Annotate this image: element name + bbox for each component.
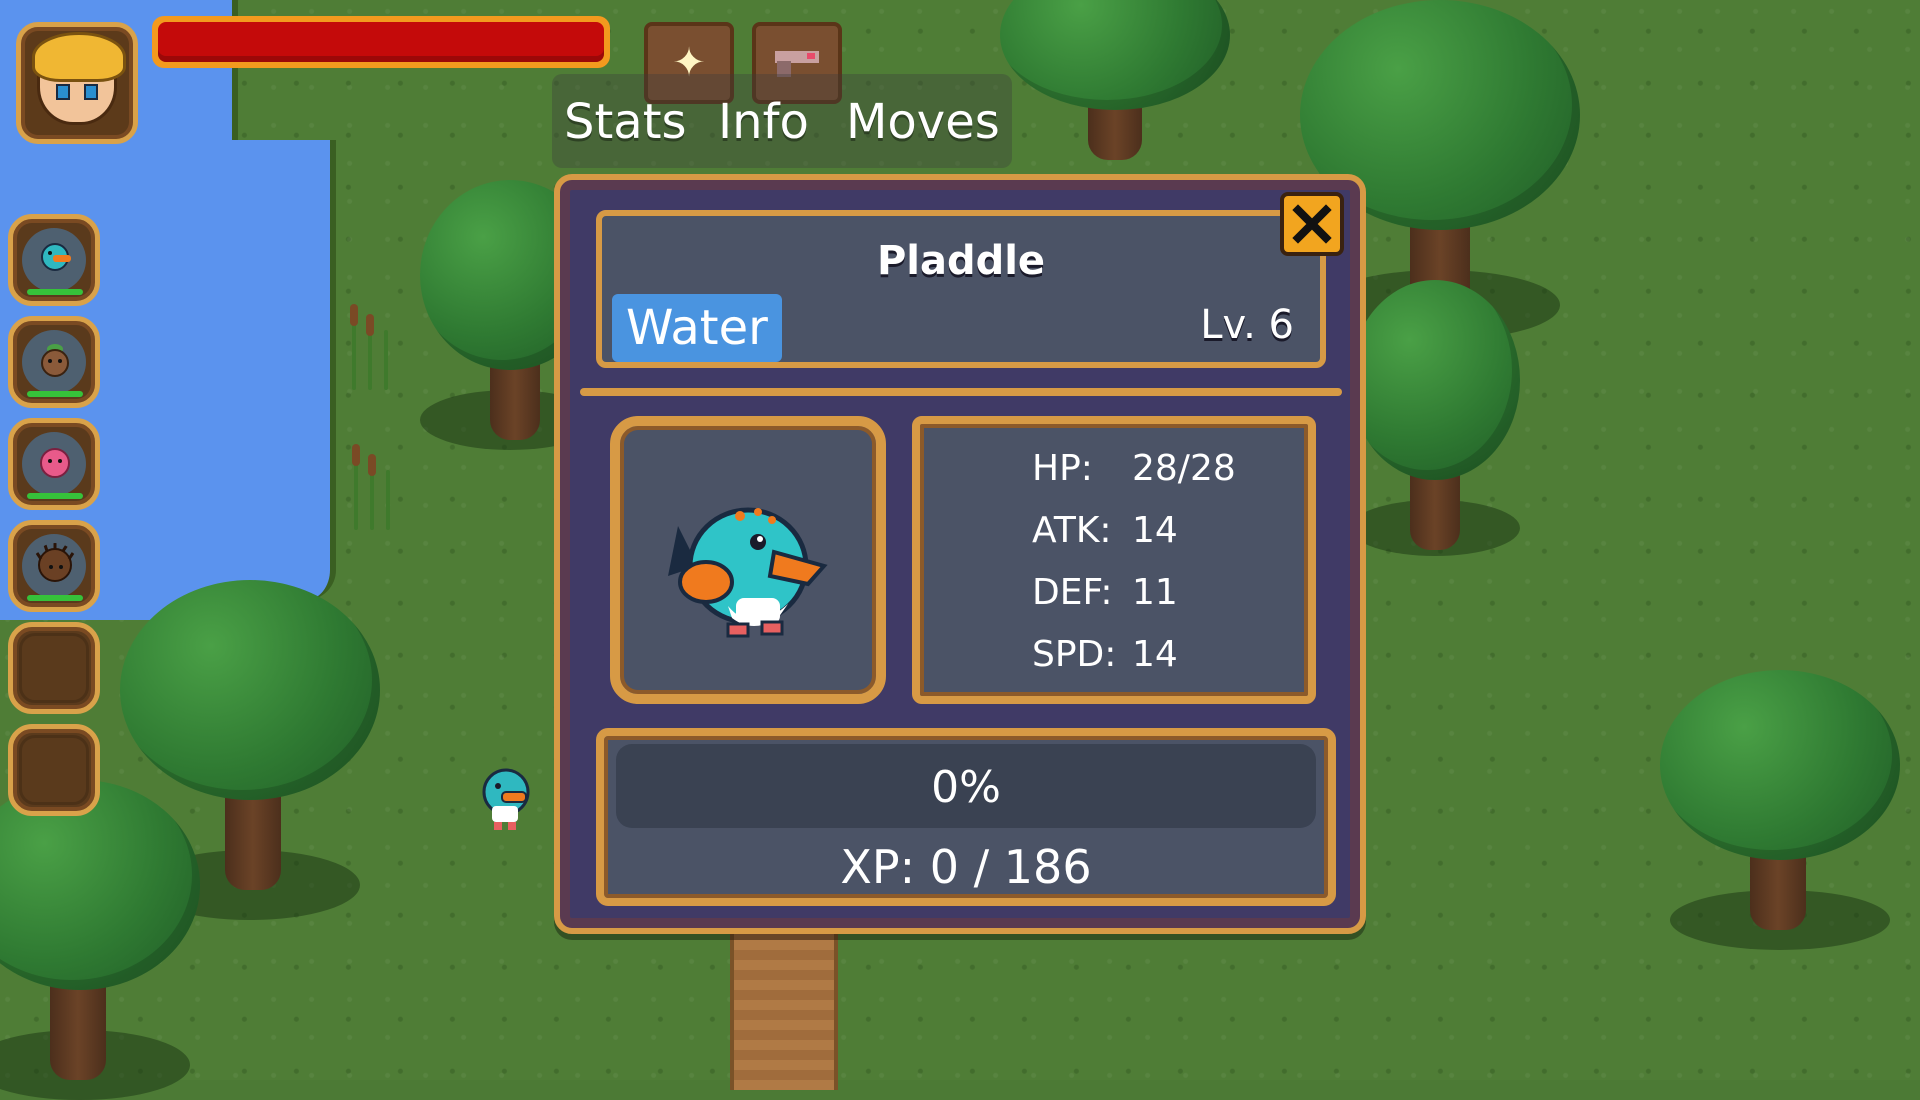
stat-row-spd: SPD: 14 xyxy=(1032,634,1178,675)
tab-moves[interactable]: Moves xyxy=(846,94,1000,150)
hedgehog-creature-icon xyxy=(35,543,75,582)
creature-info-panel: Pladdle Water Lv. 6 HP: 28/28 ATK: 14 DE… xyxy=(554,174,1366,934)
party-slot-1[interactable] xyxy=(8,214,100,306)
party-slot-6-empty[interactable] xyxy=(8,724,100,816)
dirt-path xyxy=(730,930,838,1090)
stat-value: 14 xyxy=(1132,510,1178,551)
pladdle-sprite-icon xyxy=(668,507,828,638)
pladdle-icon xyxy=(41,243,71,271)
stat-key: DEF: xyxy=(1032,572,1113,613)
creature-header: Pladdle Water Lv. 6 xyxy=(596,210,1326,368)
tab-info[interactable]: Info xyxy=(718,94,809,150)
stat-key: SPD: xyxy=(1032,634,1117,675)
stat-key: HP: xyxy=(1032,448,1093,489)
stat-row-def: DEF: 11 xyxy=(1032,572,1178,613)
creature-name: Pladdle xyxy=(876,238,1046,284)
tab-stats[interactable]: Stats xyxy=(564,94,687,150)
tree xyxy=(0,780,200,1100)
party-hp-bar xyxy=(27,289,83,295)
xp-label: XP: 0 / 186 xyxy=(840,840,1092,894)
party-hp-bar xyxy=(27,391,83,397)
type-badge: Water xyxy=(612,294,782,362)
creature-portrait-frame xyxy=(610,416,886,704)
panel-divider xyxy=(580,388,1342,396)
level-label: Lv. 6 xyxy=(1200,302,1294,348)
seedling-creature-icon xyxy=(41,344,69,377)
stat-value: 11 xyxy=(1132,572,1178,613)
stat-key: ATK: xyxy=(1032,510,1112,551)
stat-row-hp: HP: 28/28 xyxy=(1032,448,1236,489)
player-health-bar xyxy=(152,16,610,68)
close-icon xyxy=(1292,204,1332,244)
party-slot-3[interactable] xyxy=(8,418,100,510)
cattail-reeds xyxy=(340,440,400,530)
party-hp-bar xyxy=(27,595,83,601)
player-portrait[interactable] xyxy=(16,22,138,144)
close-button[interactable] xyxy=(1280,192,1344,256)
cattail-reeds xyxy=(338,300,398,390)
stat-row-atk: ATK: 14 xyxy=(1032,510,1178,551)
party-slot-4[interactable] xyxy=(8,520,100,612)
party-hp-bar xyxy=(27,493,83,499)
player-portrait-icon xyxy=(32,32,126,125)
party-slot-5-empty[interactable] xyxy=(8,622,100,714)
party-slot-2[interactable] xyxy=(8,316,100,408)
stat-value: 14 xyxy=(1132,634,1178,675)
stat-value: 28/28 xyxy=(1132,448,1236,489)
tab-bar: Stats Info Moves xyxy=(552,74,1012,168)
xp-progress-bar: 0% xyxy=(616,744,1316,828)
xp-frame: 0% XP: 0 / 186 xyxy=(596,728,1336,906)
tree xyxy=(1000,0,1230,170)
tree xyxy=(1660,670,1900,950)
creature-stats-frame: HP: 28/28 ATK: 14 DEF: 11 SPD: 14 xyxy=(912,416,1316,704)
player-health-fill xyxy=(158,22,604,62)
tree xyxy=(1350,280,1520,560)
xp-percent-label: 0% xyxy=(931,762,1001,813)
overworld-pladdle-sprite[interactable] xyxy=(478,762,534,832)
pink-blob-creature-icon xyxy=(40,448,70,478)
